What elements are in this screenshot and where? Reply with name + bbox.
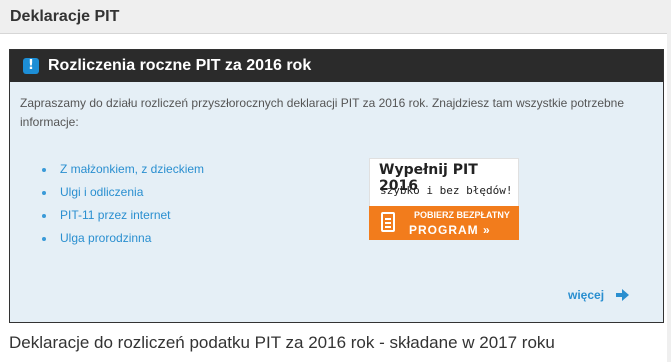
link-family-relief[interactable]: Ulga prorodzinna: [40, 227, 204, 250]
info-box-title[interactable]: Rozliczenia roczne PIT za 2016 rok: [48, 57, 311, 75]
ad-subline: szybko i bez błędów!: [380, 184, 513, 197]
pit-program-ad[interactable]: Wypełnij PIT 2016 szybko i bez błędów! P…: [369, 158, 519, 240]
download-button-line2: PROGRAM »: [409, 223, 491, 237]
topic-link-list: Z małżonkiem, z dzieckiem Ulgi i odlicze…: [40, 158, 204, 250]
page-right-border: [667, 0, 671, 362]
link-deductions[interactable]: Ulgi i odliczenia: [40, 181, 204, 204]
link-pit11-online[interactable]: PIT-11 przez internet: [40, 204, 204, 227]
section-title: Deklaracje PIT: [10, 8, 120, 25]
document-icon: [381, 212, 395, 232]
download-program-button[interactable]: POBIERZ BEZPŁATNY PROGRAM »: [369, 206, 519, 240]
more-link[interactable]: więcej: [568, 288, 604, 302]
pit-info-box: ! Rozliczenia roczne PIT za 2016 rok Zap…: [9, 49, 664, 323]
info-box-header: ! Rozliczenia roczne PIT za 2016 rok: [10, 50, 663, 82]
exclamation-icon: !: [23, 58, 39, 74]
intro-text: Zapraszamy do działu rozliczeń przyszłor…: [20, 96, 625, 129]
download-button-line1: POBIERZ BEZPŁATNY: [414, 210, 510, 220]
link-spouse-child[interactable]: Z małżonkiem, z dzieckiem: [40, 158, 204, 181]
arrow-right-icon[interactable]: [616, 289, 629, 301]
page-heading: Deklaracje do rozliczeń podatku PIT za 2…: [9, 333, 555, 352]
section-header: Deklaracje PIT: [0, 0, 667, 34]
